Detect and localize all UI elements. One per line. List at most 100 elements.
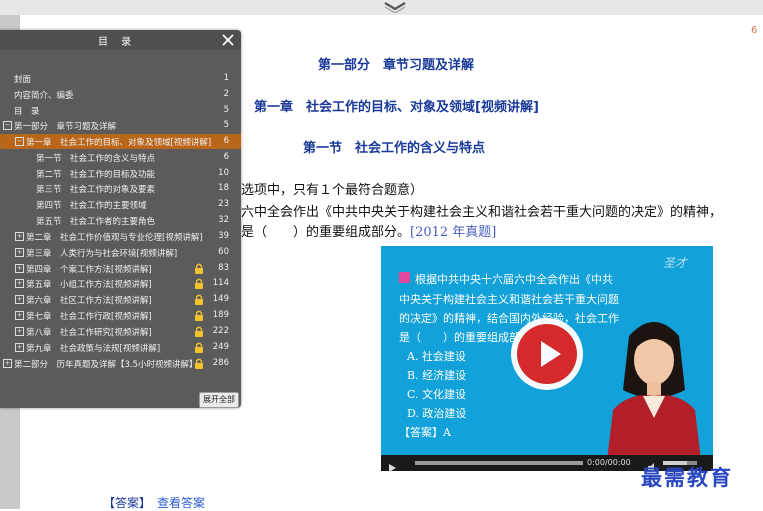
expand-node-icon[interactable]: +: [15, 232, 24, 241]
toc-item-page: 2: [223, 89, 229, 99]
presenter-image: [607, 322, 701, 460]
play-icon: [541, 341, 561, 367]
toc-item-page: 149: [212, 294, 229, 304]
toc-item-label: 第二节 社会工作的目标及功能: [36, 170, 156, 180]
video-option: D. 政治建设: [407, 407, 467, 420]
expand-node-icon[interactable]: +: [15, 279, 24, 288]
play-icon-bg: [517, 324, 577, 384]
watermark-text: 最需教育: [641, 466, 733, 490]
toc-item-page: 39: [218, 231, 229, 241]
top-bar: [0, 0, 763, 15]
toc-item-page: 6: [223, 152, 229, 162]
toc-item[interactable]: 第二节 社会工作的目标及功能 10: [0, 166, 241, 181]
video-option: B. 经济建设: [407, 369, 467, 382]
lock-icon: [195, 294, 203, 305]
toc-item-label: 第六章 社区工作方法[视频讲解]: [26, 296, 152, 306]
collapse-node-icon[interactable]: −: [3, 121, 12, 130]
collapse-toolbar-button[interactable]: [382, 0, 408, 14]
expand-node-icon[interactable]: +: [15, 311, 24, 320]
section-heading: 第一节 社会工作的含义与特点: [303, 141, 486, 156]
toc-item-label: 第五节 社会工作者的主要角色: [36, 217, 156, 227]
toc-item-label: 第八章 社会工作研究[视频讲解]: [26, 328, 152, 338]
toc-item[interactable]: + 第二部分 历年真题及详解【3.5小时视频讲解】 286: [0, 356, 241, 371]
toc-item-page: 6: [223, 136, 229, 146]
toc-item[interactable]: + 第四章 个案工作方法[视频讲解] 83: [0, 261, 241, 276]
toc-item[interactable]: 目 录 5: [0, 103, 241, 118]
video-player[interactable]: 圣才 根据中共中央十六届六中全会作出《中共 中央关于构建社会主义和谐社会若干重大…: [381, 246, 713, 471]
video-answer: 【答案】A: [399, 426, 451, 439]
toc-item[interactable]: + 第八章 社会工作研究[视频讲解] 222: [0, 324, 241, 339]
part-heading: 第一部分 章节习题及详解: [318, 58, 475, 73]
toc-item-label: 目 录: [14, 107, 40, 117]
toc-item-label: 内容简介、编委: [14, 91, 74, 101]
toc-item-page: 189: [212, 310, 229, 320]
toc-item[interactable]: + 第二章 社会工作价值观与专业伦理[视频讲解] 39: [0, 229, 241, 244]
toc-item[interactable]: 第一节 社会工作的含义与特点 6: [0, 150, 241, 165]
toc-item-label: 第四章 个案工作方法[视频讲解]: [26, 265, 152, 275]
expand-node-icon[interactable]: +: [3, 359, 12, 368]
page-number: 6: [751, 25, 758, 36]
expand-node-icon[interactable]: +: [15, 327, 24, 336]
expand-node-icon[interactable]: +: [15, 264, 24, 273]
answer-line: 【答案】 查看答案: [103, 494, 205, 511]
expand-node-icon[interactable]: +: [15, 295, 24, 304]
question-year: [2012 年真题]: [410, 225, 497, 240]
video-question-line: 中央关于构建社会主义和谐社会若干重大问题: [399, 293, 619, 306]
toc-item-page: 249: [212, 342, 229, 352]
play-button[interactable]: [511, 318, 583, 390]
toc-item-page: 222: [212, 326, 229, 336]
toc-close-button[interactable]: [220, 32, 236, 48]
toc-item-label: 第一章 社会工作的目标、对象及领域[视频讲解]: [26, 138, 212, 148]
toc-title: 目 录: [98, 37, 137, 48]
question-text-line: 六中全会作出《中共中央关于构建社会主义和谐社会若干重大问题的决定》的精神，: [241, 205, 723, 220]
toc-item-page: 114: [212, 278, 229, 288]
expand-node-icon[interactable]: +: [15, 248, 24, 257]
close-icon: [222, 34, 234, 46]
toc-item-label: 第七章 社会工作行政[视频讲解]: [26, 312, 152, 322]
toc-item[interactable]: 第五节 社会工作者的主要角色 32: [0, 213, 241, 228]
toc-item[interactable]: 第三节 社会工作的对象及要素 18: [0, 181, 241, 196]
toc-item[interactable]: + 第六章 社区工作方法[视频讲解] 149: [0, 292, 241, 307]
toc-item[interactable]: + 第九章 社会政策与法规[视频讲解] 249: [0, 340, 241, 355]
toc-item[interactable]: − 第一部分 章节习题及详解 5: [0, 118, 241, 133]
control-play-button[interactable]: [387, 458, 397, 471]
toc-item-page: 18: [218, 183, 229, 193]
expand-node-icon[interactable]: +: [15, 343, 24, 352]
toc-item-page: 10: [218, 168, 229, 178]
lock-icon: [195, 310, 203, 321]
toc-item-label: 第九章 社会政策与法规[视频讲解]: [26, 344, 161, 354]
toc-item-label: 第一部分 章节习题及详解: [14, 122, 117, 132]
toc-item-label: 第三节 社会工作的对象及要素: [36, 185, 156, 195]
video-logo: 圣才: [663, 256, 688, 270]
video-progress-bar[interactable]: [415, 461, 583, 465]
video-question-line: 的决定》的精神，结合国内外经验，社会工作: [399, 312, 619, 325]
chapter-heading: 第一章 社会工作的目标、对象及领域[视频讲解]: [254, 100, 539, 115]
toc-item[interactable]: 封面 1: [0, 71, 241, 86]
toc-item-page: 286: [212, 358, 229, 368]
toc-item[interactable]: + 第三章 人类行为与社会环境[视频讲解] 60: [0, 245, 241, 260]
toc-item-label: 第三章 人类行为与社会环境[视频讲解]: [26, 249, 178, 259]
toc-item-label: 第二部分 历年真题及详解【3.5小时视频讲解】: [14, 360, 198, 370]
toc-item-label: 第四节 社会工作的主要领域: [36, 201, 147, 211]
toc-item[interactable]: 第四节 社会工作的主要领域 23: [0, 197, 241, 212]
toc-item-page: 60: [218, 247, 229, 257]
toc-item[interactable]: + 第五章 小组工作方法[视频讲解] 114: [0, 276, 241, 291]
toc-item[interactable]: + 第七章 社会工作行政[视频讲解] 189: [0, 308, 241, 323]
question-text: 是（ ）的重要组成部分。: [241, 225, 411, 240]
toc-item-page: 1: [223, 73, 229, 83]
view-answer-link[interactable]: 查看答案: [157, 496, 205, 510]
toc-item-label: 第一节 社会工作的含义与特点: [36, 154, 156, 164]
answer-label: 【答案】: [103, 496, 152, 510]
toc-item-label: 第二章 社会工作价值观与专业伦理[视频讲解]: [26, 233, 203, 243]
lock-icon: [195, 278, 203, 289]
toc-item-page: 5: [223, 120, 229, 130]
collapse-node-icon[interactable]: −: [15, 137, 24, 146]
toc-item[interactable]: 内容简介、编委 2: [0, 87, 241, 102]
toc-item-page: 32: [218, 215, 229, 225]
lock-icon: [195, 263, 203, 274]
lock-icon: [195, 358, 203, 369]
expand-all-button[interactable]: 展开全部: [199, 392, 239, 408]
lock-icon: [195, 342, 203, 353]
toc-item[interactable]: − 第一章 社会工作的目标、对象及领域[视频讲解] 6: [0, 134, 241, 149]
toc-item-page: 83: [218, 263, 229, 273]
